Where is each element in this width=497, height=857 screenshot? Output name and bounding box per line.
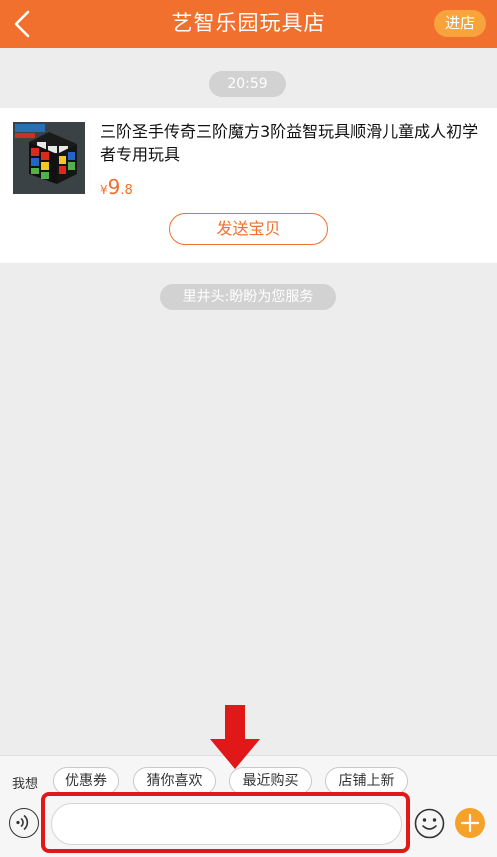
voice-button[interactable]: [9, 808, 39, 838]
quick-reply-coupon[interactable]: 优惠券: [53, 767, 119, 795]
rubiks-cube-image: [13, 122, 85, 194]
send-product-button[interactable]: 发送宝贝: [169, 213, 328, 245]
product-title[interactable]: 三阶圣手传奇三阶魔方3阶益智玩具顺滑儿童成人初学者专用玩具: [100, 120, 485, 166]
voice-icon: [16, 814, 29, 831]
price-decimal: .8: [120, 183, 133, 198]
enter-store-button[interactable]: 进店: [434, 10, 486, 37]
quick-reply-new-arrivals[interactable]: 店铺上新: [325, 767, 408, 795]
input-highlight-box: [41, 792, 410, 853]
plus-icon: [460, 813, 480, 833]
top-bar: 艺智乐园玩具店 进店: [0, 0, 497, 48]
product-price: ¥9.8: [100, 175, 133, 199]
price-integer: 9: [107, 175, 121, 199]
more-options-button[interactable]: [455, 808, 485, 838]
price-currency: ¥: [100, 183, 108, 197]
product-card: 三阶圣手传奇三阶魔方3阶益智玩具顺滑儿童成人初学者专用玩具 ¥9.8 发送宝贝: [0, 108, 497, 263]
chat-timestamp: 20:59: [209, 71, 286, 97]
quick-reply-label: 我想: [12, 777, 39, 792]
shop-title: 艺智乐园玩具店: [171, 11, 326, 35]
emoji-icon: [414, 808, 445, 839]
product-thumbnail[interactable]: [13, 122, 85, 194]
quick-reply-recent-purchase[interactable]: 最近购买: [229, 767, 312, 795]
quick-reply-recommend[interactable]: 猜你喜欢: [133, 767, 216, 795]
emoji-button[interactable]: [414, 808, 445, 839]
down-arrow-icon: [210, 705, 260, 771]
service-notice: 里井头:盼盼为您服务: [160, 284, 336, 310]
